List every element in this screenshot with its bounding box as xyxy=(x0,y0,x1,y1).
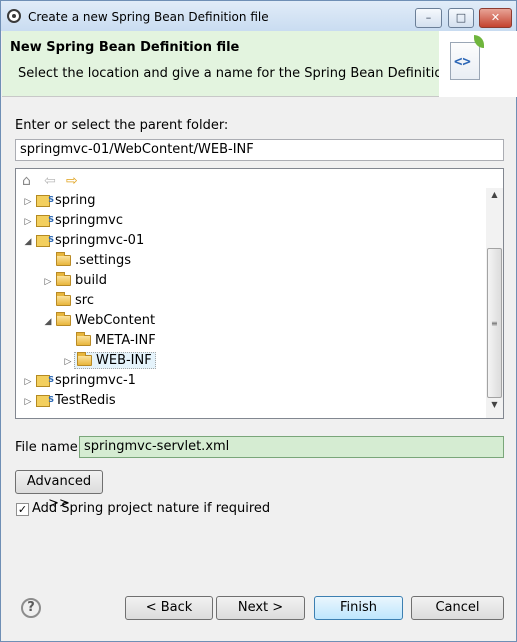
expand-icon[interactable]: ▷ xyxy=(42,272,54,292)
folder-icon xyxy=(77,352,92,366)
xml-file-icon: <> xyxy=(450,42,480,80)
folder-icon xyxy=(56,272,71,286)
home-icon[interactable]: ⌂ xyxy=(22,173,31,189)
tree-item-springmvc-1[interactable]: ▷ springmvc-1 xyxy=(22,370,136,392)
header-title: New Spring Bean Definition file xyxy=(10,40,240,55)
tree-item-meta-inf[interactable]: META-INF xyxy=(62,331,156,351)
title-bar: Create a new Spring Bean Definition file… xyxy=(1,1,516,31)
expand-icon[interactable]: ▷ xyxy=(62,352,74,372)
folder-icon xyxy=(56,292,71,306)
close-button[interactable]: ✕ xyxy=(479,8,512,28)
tree-item-selection: WEB-INF xyxy=(74,352,156,369)
folder-icon xyxy=(56,312,71,326)
header-description: Select the location and give a name for … xyxy=(18,66,475,81)
file-name-label: File name: xyxy=(15,440,83,455)
eclipse-icon xyxy=(7,9,21,23)
help-icon[interactable]: ? xyxy=(21,598,41,618)
tree-item-label: springmvc xyxy=(55,213,123,228)
tree-item-webcontent[interactable]: ◢ WebContent xyxy=(42,311,155,331)
tree-item-src[interactable]: src xyxy=(42,291,94,311)
spring-nature-checkbox[interactable]: ✓ xyxy=(16,503,29,516)
wizard-window: Create a new Spring Bean Definition file… xyxy=(0,0,517,642)
tree-item-label: .settings xyxy=(75,253,131,268)
tree-item-label: WebContent xyxy=(75,313,156,328)
expand-icon[interactable]: ▷ xyxy=(22,212,34,232)
expand-icon[interactable]: ▷ xyxy=(22,192,34,212)
back-arrow-icon[interactable]: ⇦ xyxy=(44,173,56,189)
expand-icon[interactable]: ▷ xyxy=(22,392,34,412)
file-name-input[interactable]: springmvc-servlet.xml xyxy=(79,436,504,458)
expand-icon[interactable]: ▷ xyxy=(22,372,34,392)
scroll-thumb[interactable]: ≡ xyxy=(487,248,502,398)
project-icon xyxy=(36,190,54,210)
next-button[interactable]: Next > xyxy=(216,596,305,620)
xml-bracket-glyph: <> xyxy=(454,54,471,70)
maximize-button[interactable]: □ xyxy=(448,8,474,28)
tree-item-label: TestRedis xyxy=(55,393,116,408)
tree-item-label: build xyxy=(75,273,107,288)
wizard-banner-image: <> xyxy=(439,31,517,97)
tree-item-label: spring xyxy=(55,193,96,208)
forward-arrow-icon[interactable]: ⇨ xyxy=(66,173,78,189)
project-icon xyxy=(36,370,54,390)
tree-item-springmvc-01[interactable]: ◢ springmvc-01 xyxy=(22,230,145,252)
vertical-scrollbar[interactable]: ▲ ≡ ▼ xyxy=(486,188,503,418)
tree-item-label: springmvc-01 xyxy=(55,233,145,248)
tree-item-spring[interactable]: ▷ spring xyxy=(22,190,96,212)
back-button[interactable]: < Back xyxy=(125,596,213,620)
parent-folder-label: Enter or select the parent folder: xyxy=(15,118,229,133)
wizard-header: New Spring Bean Definition file Select t… xyxy=(2,31,517,97)
project-icon xyxy=(36,210,54,230)
cancel-button[interactable]: Cancel xyxy=(411,596,504,620)
tree-item-label: springmvc-1 xyxy=(55,373,136,388)
tree-item-label: src xyxy=(75,293,94,308)
folder-icon xyxy=(76,332,91,346)
project-icon xyxy=(36,230,54,250)
spring-nature-label[interactable]: Add Spring project nature if required xyxy=(32,501,270,516)
project-icon xyxy=(36,390,54,410)
tree-item-build[interactable]: ▷ build xyxy=(42,271,107,291)
tree-item-springmvc[interactable]: ▷ springmvc xyxy=(22,210,123,232)
minimize-button[interactable]: – xyxy=(415,8,442,28)
collapse-icon[interactable]: ◢ xyxy=(42,312,54,332)
tree-item-label: WEB-INF xyxy=(96,353,152,368)
window-title: Create a new Spring Bean Definition file xyxy=(28,10,269,24)
folder-icon xyxy=(56,252,71,266)
scroll-down-icon[interactable]: ▼ xyxy=(486,400,503,416)
grip-icon: ≡ xyxy=(491,319,498,328)
folder-tree[interactable]: ⌂ ⇦ ⇨ ▷ spring ▷ springmvc ◢ springmvc-01 .… xyxy=(15,168,504,419)
tree-item-web-inf[interactable]: ▷ WEB-INF xyxy=(62,351,156,371)
tree-item-settings[interactable]: .settings xyxy=(42,251,131,271)
tree-item-label: META-INF xyxy=(95,333,156,348)
finish-button[interactable]: Finish xyxy=(314,596,403,620)
scroll-up-icon[interactable]: ▲ xyxy=(486,190,503,206)
parent-folder-input[interactable]: springmvc-01/WebContent/WEB-INF xyxy=(15,139,504,161)
collapse-icon[interactable]: ◢ xyxy=(22,232,34,252)
tree-item-testredis[interactable]: ▷ TestRedis xyxy=(22,390,116,412)
advanced-button[interactable]: Advanced >> xyxy=(15,470,103,511)
